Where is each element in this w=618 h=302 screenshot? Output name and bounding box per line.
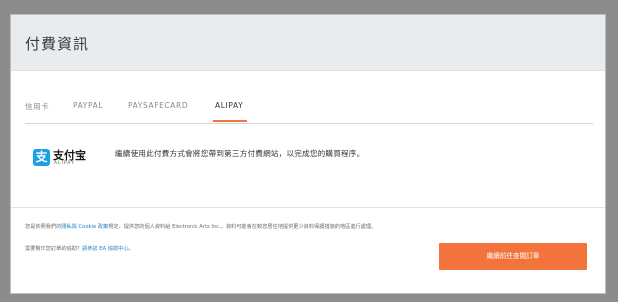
dialog-title: 付費資訊 [25,35,90,53]
help-center-link[interactable]: 請參訪 EA 協助中心 [82,246,128,252]
tab-alipay[interactable]: ALIPAY [215,101,243,110]
privacy-notice: 您是依照我們的隱私與 Cookie 政策規定，提供您的個人資料給 Electro… [25,223,376,230]
section-divider [11,207,605,208]
tab-credit-card[interactable]: 信用卡 [25,101,49,112]
payment-info-dialog: 付費資訊 信用卡 PAYPAL PAYSAFECARD ALIPAY 支 支付宝… [10,14,606,294]
privacy-policy-link[interactable]: 隱私與 Cookie 政策 [61,224,108,230]
help-notice-suffix: 。 [128,246,134,252]
tab-paysafecard[interactable]: PAYSAFECARD [128,101,188,110]
alipay-redirect-message: 繼續使用此付費方式會將您帶到第三方付費網站，以完成您的購買程序。 [115,149,365,158]
active-tab-indicator [213,120,247,122]
help-notice-prefix: 需要幫忙您訂單的協助？ [25,246,83,252]
privacy-notice-prefix: 您是依照我們的 [25,224,62,230]
help-notice: 需要幫忙您訂單的協助？請參訪 EA 協助中心。 [25,245,134,252]
tab-paypal[interactable]: PAYPAL [73,101,103,110]
payment-method-tabs: 信用卡 PAYPAL PAYSAFECARD ALIPAY [25,101,593,124]
alipay-logo-subtext: ALIPAY [54,161,75,166]
continue-to-review-order-button[interactable]: 繼續前往查閱訂單 [439,243,587,270]
privacy-notice-suffix: 規定，提供您的個人資料給 Electronic Arts Inc.，資料可能會在… [108,224,377,230]
dialog-header: 付費資訊 [11,15,605,71]
alipay-icon: 支 [33,149,50,166]
alipay-logo: 支 支付宝 ALIPAY [33,146,86,172]
